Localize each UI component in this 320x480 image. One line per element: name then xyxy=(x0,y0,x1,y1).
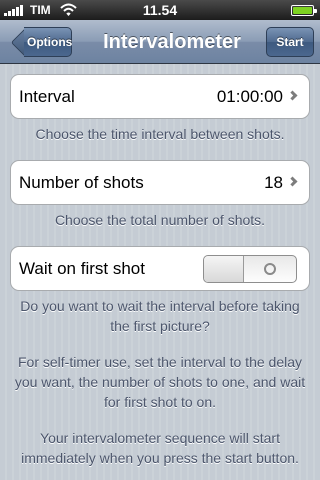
page-title: Intervalometer xyxy=(103,31,241,53)
interval-footer: Choose the time interval between shots. xyxy=(35,126,285,142)
options-back-label: Options xyxy=(24,27,72,57)
options-back-button[interactable]: Options xyxy=(10,27,72,58)
wait-cell: Wait on first shot xyxy=(10,246,310,291)
interval-label: Interval xyxy=(19,87,75,106)
wait-label: Wait on first shot xyxy=(19,259,145,278)
self-timer-help: For self-timer use, set the interval to … xyxy=(14,354,306,410)
shots-footer: Choose the total number of shots. xyxy=(54,212,266,228)
status-bar: TIM 11.54 xyxy=(0,0,320,20)
switch-off-icon xyxy=(264,263,276,275)
switch-knob[interactable] xyxy=(204,256,244,282)
start-button[interactable]: Start xyxy=(266,27,314,57)
shots-value: 18 xyxy=(264,173,283,192)
status-time: 11.54 xyxy=(142,2,178,18)
wait-footer: Do you want to wait the interval before … xyxy=(20,298,300,334)
battery-icon xyxy=(291,5,317,16)
shots-label: Number of shots xyxy=(19,173,144,192)
navigation-bar: Options Intervalometer Start xyxy=(0,20,320,64)
interval-cell[interactable]: Interval 01:00:00 xyxy=(10,74,310,119)
chevron-right-icon xyxy=(287,90,298,101)
interval-value: 01:00:00 xyxy=(216,87,283,106)
start-help: Your intervalometer sequence will start … xyxy=(21,430,299,466)
shots-cell[interactable]: Number of shots 18 xyxy=(10,160,310,205)
wait-switch[interactable] xyxy=(203,255,297,283)
chevron-right-icon xyxy=(287,176,298,187)
